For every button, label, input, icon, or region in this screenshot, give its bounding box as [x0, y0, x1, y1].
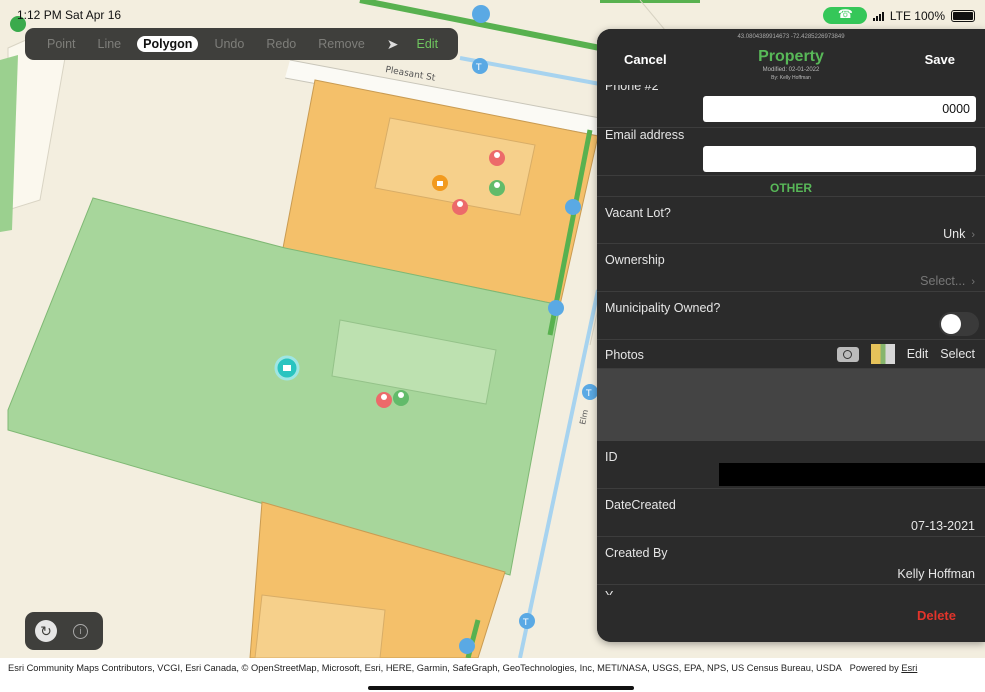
- person-green-icon[interactable]: [393, 390, 409, 406]
- section-other: OTHER: [770, 181, 812, 195]
- polygon-tool-button[interactable]: Polygon: [137, 36, 199, 52]
- status-right: LTE 100%: [822, 7, 975, 24]
- sync-icon[interactable]: ↻: [35, 620, 57, 642]
- call-pill-icon[interactable]: [822, 7, 867, 24]
- map-controls: ↻ i: [25, 612, 103, 650]
- ownership-row[interactable]: Ownership Select... ›: [597, 244, 985, 292]
- svg-text:T: T: [585, 389, 592, 399]
- vacant-lot-row[interactable]: Vacant Lot? Unk ›: [597, 196, 985, 244]
- powered-by-text: Powered by: [849, 663, 902, 673]
- email-label: Email address: [605, 128, 685, 142]
- esri-link[interactable]: Esri: [901, 663, 917, 673]
- chevron-right-icon: ›: [971, 229, 975, 241]
- bus-stop-icon[interactable]: T: [519, 613, 535, 629]
- status-time: 1:12 PM Sat Apr 16: [17, 8, 122, 22]
- ownership-value[interactable]: Select... ›: [920, 274, 975, 288]
- panel-header: 43.0804389914673 -72.4285226973849 Prope…: [597, 29, 985, 85]
- phone-label: Phone #2: [605, 85, 659, 93]
- point-tool-button[interactable]: Point: [47, 37, 76, 51]
- wifi-marker-icon[interactable]: [459, 638, 475, 654]
- chevron-right-icon: ›: [971, 276, 975, 288]
- battery-icon: [951, 9, 975, 22]
- ownership-label: Ownership: [605, 253, 665, 267]
- redo-button[interactable]: Redo: [266, 37, 296, 51]
- network-status: LTE 100%: [889, 8, 945, 23]
- vacant-lot-label: Vacant Lot?: [605, 206, 671, 220]
- panel-footer: Delete: [597, 595, 985, 642]
- next-row: Y: [597, 585, 985, 595]
- municipality-row: Municipality Owned?: [597, 292, 985, 340]
- remove-button[interactable]: Remove: [318, 37, 365, 51]
- createdby-row: Created By Kelly Hoffman: [597, 537, 985, 585]
- modified-by: By: Kelly Hoffman: [771, 75, 811, 81]
- datecreated-value: 07-13-2021: [911, 519, 975, 533]
- info-icon[interactable]: i: [73, 624, 88, 639]
- phone-row: Phone #2 0000: [597, 85, 985, 128]
- toggle-knob: [941, 314, 961, 334]
- vacant-lot-value[interactable]: Unk ›: [943, 227, 975, 241]
- delete-button[interactable]: Delete: [917, 608, 956, 623]
- createdby-label: Created By: [605, 546, 668, 560]
- attribution-text: Esri Community Maps Contributors, VCGI, …: [8, 663, 842, 673]
- datecreated-row: DateCreated 07-13-2021: [597, 489, 985, 537]
- property-panel: 43.0804389914673 -72.4285226973849 Prope…: [597, 29, 985, 642]
- phone-field[interactable]: 0000: [703, 96, 976, 122]
- location-arrow-icon[interactable]: ➤: [387, 36, 399, 53]
- camera-icon[interactable]: [836, 346, 859, 362]
- wifi-marker-icon[interactable]: [472, 5, 490, 23]
- save-button[interactable]: Save: [925, 52, 955, 67]
- modified-date: Modified: 02-01-2022: [762, 67, 820, 73]
- line-tool-button[interactable]: Line: [98, 37, 122, 51]
- svg-text:T: T: [475, 63, 482, 73]
- edit-button[interactable]: Edit: [417, 37, 439, 51]
- cancel-button[interactable]: Cancel: [624, 52, 667, 67]
- wifi-marker-icon[interactable]: [548, 300, 564, 316]
- photos-row: Photos Edit Select: [597, 340, 985, 369]
- wifi-marker-icon[interactable]: [565, 199, 581, 215]
- datecreated-label: DateCreated: [605, 498, 676, 512]
- municipality-toggle[interactable]: [939, 312, 979, 336]
- person-red-icon[interactable]: [452, 199, 468, 215]
- selected-home-marker-icon[interactable]: [274, 355, 300, 381]
- coordinates: 43.0804389914673 -72.4285226973849: [737, 34, 845, 40]
- id-label: ID: [605, 450, 618, 464]
- phone-value: 0000: [942, 102, 970, 116]
- person-red-icon[interactable]: [376, 392, 392, 408]
- home-orange-icon[interactable]: [432, 175, 448, 191]
- email-row: Email address: [597, 128, 985, 176]
- municipality-label: Municipality Owned?: [605, 301, 721, 315]
- id-redacted: [719, 463, 985, 486]
- person-green-icon[interactable]: [489, 180, 505, 196]
- photo-gallery[interactable]: [597, 369, 985, 441]
- photos-select-button[interactable]: Select: [940, 347, 975, 361]
- person-red-icon[interactable]: [489, 150, 505, 166]
- photos-edit-button[interactable]: Edit: [907, 347, 929, 361]
- bus-stop-icon[interactable]: T: [582, 384, 598, 400]
- svg-text:T: T: [522, 618, 529, 628]
- signal-icon: [872, 11, 884, 21]
- id-row: ID: [597, 441, 985, 489]
- home-indicator[interactable]: [368, 686, 634, 690]
- property-form[interactable]: Phone #2 0000 Email address OTHER Vacant…: [597, 85, 985, 595]
- bus-stop-icon[interactable]: T: [472, 58, 488, 74]
- undo-button[interactable]: Undo: [214, 37, 244, 51]
- map-attribution: Esri Community Maps Contributors, VCGI, …: [8, 663, 917, 673]
- photos-label: Photos: [605, 348, 644, 362]
- email-field[interactable]: [703, 146, 976, 172]
- photo-library-icon[interactable]: [870, 344, 895, 364]
- createdby-value: Kelly Hoffman: [897, 567, 975, 581]
- screen: Pleasant St Elm T T T 1:12 PM Sat Apr 16…: [0, 0, 985, 658]
- sketch-toolbar: Point Line Polygon Undo Redo Remove ➤ Ed…: [25, 28, 458, 60]
- photo-actions: Edit Select: [836, 344, 975, 364]
